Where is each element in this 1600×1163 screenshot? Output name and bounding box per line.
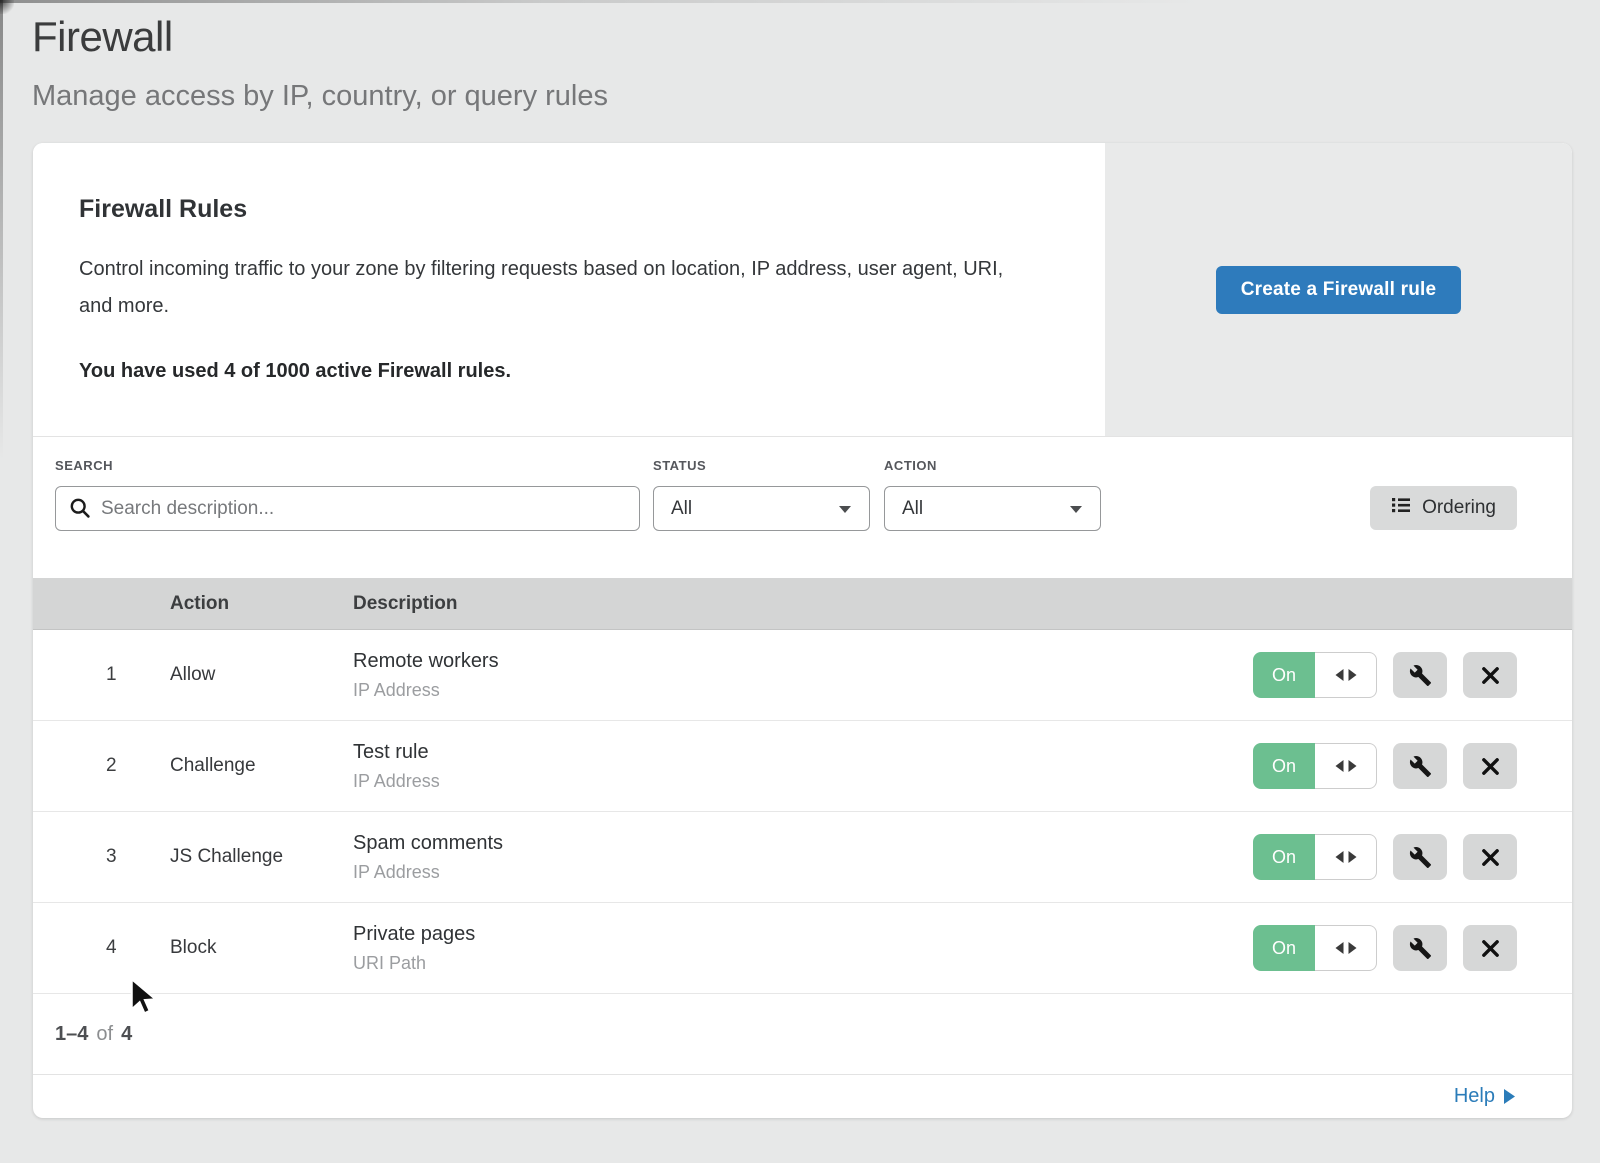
rule-match-type: IP Address: [353, 862, 1253, 883]
toggle-drag-segment[interactable]: [1315, 834, 1377, 880]
card-footer: Help: [33, 1075, 1572, 1118]
column-header-action: Action: [170, 593, 353, 615]
column-header-description: Description: [353, 593, 1572, 615]
edit-rule-button[interactable]: [1393, 652, 1447, 698]
toggle-drag-segment[interactable]: [1315, 652, 1377, 698]
search-icon: [69, 497, 91, 519]
left-right-arrows-icon: [1334, 850, 1358, 864]
toggle-on-segment[interactable]: On: [1253, 925, 1315, 971]
page-header: Firewall Manage access by IP, country, o…: [0, 0, 1600, 113]
search-input[interactable]: [55, 486, 640, 531]
rule-action: Challenge: [170, 755, 353, 777]
x-icon: [1481, 666, 1500, 685]
left-right-arrows-icon: [1334, 668, 1358, 682]
delete-rule-button[interactable]: [1463, 743, 1517, 789]
status-label: STATUS: [653, 458, 870, 473]
help-arrow-icon: [1504, 1089, 1515, 1104]
table-row: 1 Allow Remote workers IP Address On: [33, 630, 1572, 721]
search-label: SEARCH: [55, 458, 640, 473]
rule-priority: 2: [33, 755, 170, 777]
intro-text-panel: Firewall Rules Control incoming traffic …: [33, 143, 1105, 436]
table-row: 4 Block Private pages URI Path On: [33, 903, 1572, 994]
create-rule-panel: Create a Firewall rule: [1105, 143, 1572, 436]
intro-description: Control incoming traffic to your zone by…: [79, 251, 1034, 325]
rule-toggle[interactable]: On: [1253, 834, 1377, 880]
rule-action: Allow: [170, 664, 353, 686]
rule-description: Private pages: [353, 923, 1253, 946]
rule-match-type: IP Address: [353, 771, 1253, 792]
action-filter-group: ACTION All: [884, 458, 1101, 531]
firewall-rules-card: Firewall Rules Control incoming traffic …: [33, 143, 1572, 1118]
rule-description: Test rule: [353, 741, 1253, 764]
x-icon: [1481, 848, 1500, 867]
pagination-total: 4: [121, 1023, 132, 1046]
table-row: 2 Challenge Test rule IP Address On: [33, 721, 1572, 812]
status-select[interactable]: All: [653, 486, 870, 531]
pagination: 1–4 of 4: [33, 994, 1572, 1075]
usage-summary: You have used 4 of 1000 active Firewall …: [79, 360, 1045, 383]
rule-toggle[interactable]: On: [1253, 743, 1377, 789]
delete-rule-button[interactable]: [1463, 652, 1517, 698]
rule-action: JS Challenge: [170, 846, 353, 868]
toggle-on-segment[interactable]: On: [1253, 652, 1315, 698]
pagination-range: 1–4: [55, 1023, 88, 1046]
wrench-icon: [1409, 664, 1432, 687]
toggle-on-segment[interactable]: On: [1253, 743, 1315, 789]
wrench-icon: [1409, 937, 1432, 960]
left-right-arrows-icon: [1334, 759, 1358, 773]
rule-priority: 3: [33, 846, 170, 868]
rule-action: Block: [170, 937, 353, 959]
toggle-drag-segment[interactable]: [1315, 925, 1377, 971]
action-selected-value: All: [902, 498, 923, 520]
search-filter-group: SEARCH: [55, 458, 640, 531]
rule-match-type: URI Path: [353, 953, 1253, 974]
create-firewall-rule-button[interactable]: Create a Firewall rule: [1216, 266, 1462, 314]
ordering-list-icon: [1391, 495, 1411, 521]
rule-match-type: IP Address: [353, 680, 1253, 701]
rule-priority: 4: [33, 937, 170, 959]
page-title: Firewall: [32, 12, 1600, 62]
edit-rule-button[interactable]: [1393, 743, 1447, 789]
table-header: Action Description: [33, 578, 1572, 630]
delete-rule-button[interactable]: [1463, 925, 1517, 971]
x-icon: [1481, 939, 1500, 958]
pagination-of-label: of: [96, 1023, 113, 1046]
rule-description: Spam comments: [353, 832, 1253, 855]
help-link-label: Help: [1454, 1085, 1495, 1108]
toggle-on-segment[interactable]: On: [1253, 834, 1315, 880]
wrench-icon: [1409, 846, 1432, 869]
help-link[interactable]: Help: [1454, 1085, 1515, 1108]
rule-toggle[interactable]: On: [1253, 925, 1377, 971]
action-select[interactable]: All: [884, 486, 1101, 531]
left-right-arrows-icon: [1334, 941, 1358, 955]
rules-table: Action Description 1 Allow Remote worker…: [33, 578, 1572, 994]
rule-toggle[interactable]: On: [1253, 652, 1377, 698]
rule-description: Remote workers: [353, 650, 1253, 673]
ordering-button[interactable]: Ordering: [1370, 486, 1517, 530]
status-filter-group: STATUS All: [653, 458, 870, 531]
delete-rule-button[interactable]: [1463, 834, 1517, 880]
rule-priority: 1: [33, 664, 170, 686]
wrench-icon: [1409, 755, 1432, 778]
intro-section: Firewall Rules Control incoming traffic …: [33, 143, 1572, 437]
status-selected-value: All: [671, 498, 692, 520]
table-row: 3 JS Challenge Spam comments IP Address …: [33, 812, 1572, 903]
edit-rule-button[interactable]: [1393, 834, 1447, 880]
intro-title: Firewall Rules: [79, 195, 1045, 224]
action-label: ACTION: [884, 458, 1101, 473]
x-icon: [1481, 757, 1500, 776]
toggle-drag-segment[interactable]: [1315, 743, 1377, 789]
page-subtitle: Manage access by IP, country, or query r…: [32, 79, 1600, 113]
edit-rule-button[interactable]: [1393, 925, 1447, 971]
filter-bar: SEARCH STATUS All ACTION All: [33, 437, 1572, 578]
chevron-down-icon: [1069, 498, 1083, 520]
chevron-down-icon: [838, 498, 852, 520]
ordering-button-label: Ordering: [1422, 497, 1496, 519]
